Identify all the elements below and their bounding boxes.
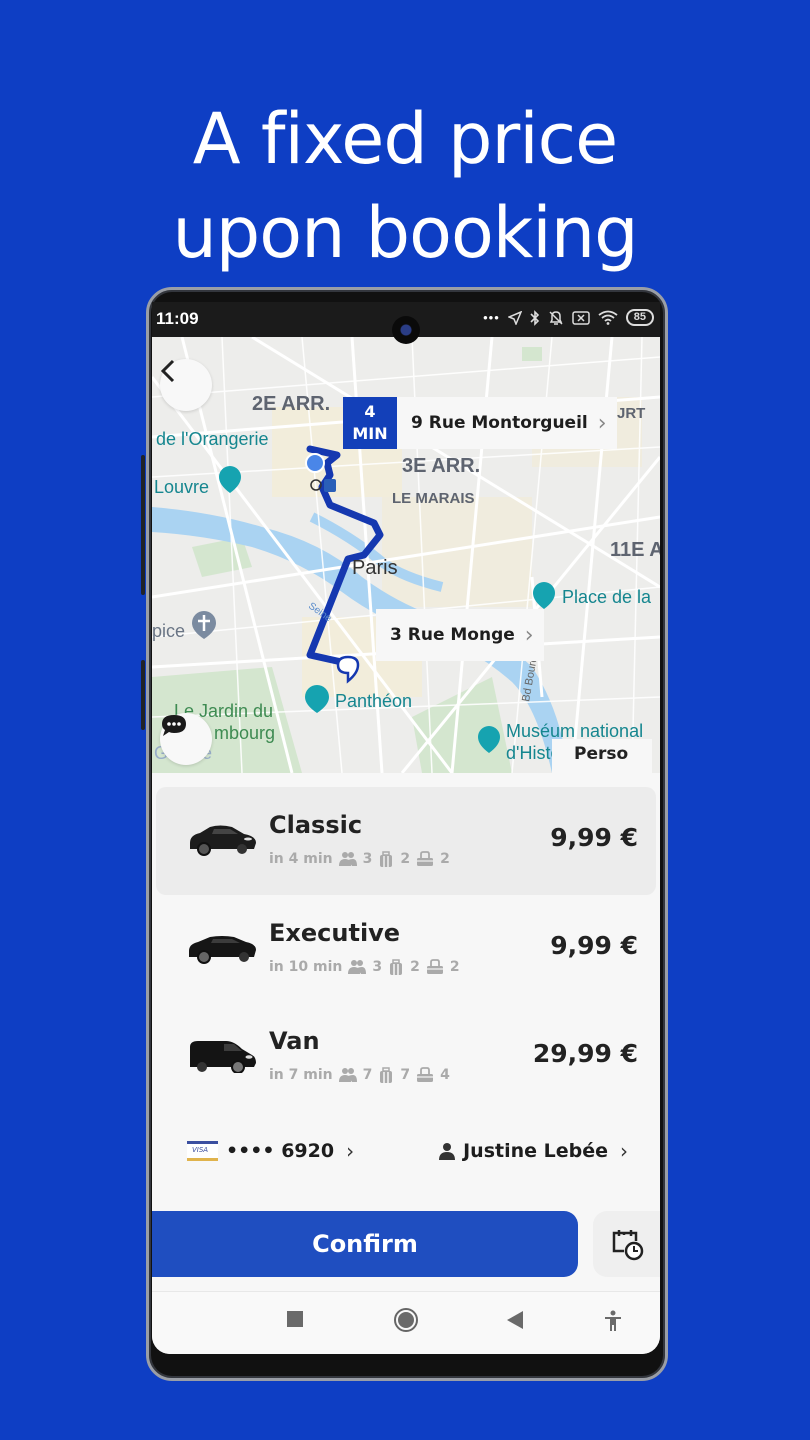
passenger-count: 3 [372,959,383,975]
map-label: Panthéon [335,691,413,711]
status-icons: ••• 85 [483,309,654,326]
map-label: Paris [352,557,398,579]
sim-x-icon [572,310,590,325]
map-label: 11E A [610,539,660,561]
luggage-icon [380,1067,393,1083]
map-label: JRT [617,405,646,422]
map-label: pice [152,621,186,641]
more-dots-icon: ••• [483,310,500,325]
dropoff-address: 3 Rue Monge [390,625,515,645]
eta-badge: 4 MIN [343,397,397,449]
battery-icon: 85 [625,309,654,326]
map-label: de l'Orangerie [156,429,269,449]
ride-option-classic[interactable]: Classic in 4 min 3 2 2 9,99 € [156,787,656,895]
map-label: LE MARAIS [392,490,475,507]
van-icon [190,1041,256,1073]
eta-unit: MIN [352,424,388,443]
ride-meta: in 7 min 7 7 4 [269,1067,450,1083]
back-triangle-icon[interactable] [506,1310,524,1330]
luggage-count: 7 [400,1067,411,1083]
phone-side-button [141,660,145,730]
ride-eta: in 7 min [269,1067,333,1083]
chevron-left-icon [160,359,175,383]
chat-button[interactable] [160,713,212,765]
passengers-icon [338,852,357,866]
passenger-name: Justine Lebée [463,1140,608,1162]
ride-option-van[interactable]: Van in 7 min 7 7 4 29,99 € [156,1003,656,1111]
confirm-button[interactable]: Confirm [152,1211,578,1277]
bag-icon [426,959,443,974]
bag-count: 2 [440,851,450,867]
home-circle-icon[interactable] [393,1307,419,1333]
location-arrow-icon [507,310,522,325]
luggage-icon [380,851,393,867]
card-number: •••• 6920 [226,1140,335,1162]
passenger-count: 3 [362,851,373,867]
ride-price: 29,99 € [532,1039,638,1068]
luggage-count: 2 [400,851,411,867]
map-label: Louvre [154,477,210,497]
passengers-icon [348,960,367,974]
map-label: 2E ARR. [252,393,331,415]
map-label: Place de la [562,587,652,607]
status-time: 11:09 [156,309,199,328]
passenger-selector[interactable]: Justine Lebée › [439,1139,628,1163]
map-label: mbourg [214,723,276,743]
visa-card-icon: VISA [187,1141,218,1161]
ride-name: Classic [269,811,363,839]
headline-line-1: A fixed price [192,98,618,180]
bag-count: 2 [449,959,460,975]
bag-icon [417,851,434,866]
app-screen: 2E ARR. 3E ARR. 11E A JRT LE MARAIS de l… [152,337,660,1354]
passengers-icon [338,1068,357,1082]
train-icon [324,479,336,492]
map-view[interactable]: 2E ARR. 3E ARR. 11E A JRT LE MARAIS de l… [152,337,660,773]
ride-eta: in 10 min [269,959,343,975]
ride-option-executive[interactable]: Executive in 10 min 3 2 2 9,99 € [156,895,656,1003]
chevron-right-icon: › [597,410,607,436]
dropoff-address-pill[interactable]: 3 Rue Monge › [376,609,544,661]
ride-name: Executive [269,919,401,947]
chevron-right-icon: › [620,1139,628,1163]
schedule-button[interactable] [593,1211,660,1277]
ride-eta: in 4 min [269,851,333,867]
bag-icon [417,1067,434,1082]
passenger-count: 7 [362,1067,373,1083]
current-location-marker [305,453,325,473]
front-camera [392,316,420,344]
accessibility-icon[interactable] [604,1310,622,1332]
ride-meta: in 10 min 3 2 2 [269,959,460,975]
headline-line-2: upon booking [172,192,638,274]
luggage-icon [390,959,403,975]
payment-method-selector[interactable]: VISA •••• 6920 › [187,1139,354,1163]
ride-options-list: Classic in 4 min 3 2 2 9,99 € Executive … [152,787,660,1111]
chevron-right-icon: › [524,622,534,648]
eta-value: 4 [364,402,376,421]
recents-square-icon[interactable] [286,1310,304,1328]
executive-car-icon [189,936,256,964]
luggage-count: 2 [410,959,420,975]
bag-count: 4 [440,1067,450,1083]
android-nav-bar [152,1291,660,1354]
map-label: 3E ARR. [402,455,481,477]
ride-name: Van [269,1027,320,1055]
chevron-right-icon: › [346,1139,355,1163]
wifi-icon [598,310,618,325]
payment-row: VISA •••• 6920 › Justine Lebée › [152,1127,660,1175]
bell-off-icon [549,310,563,325]
ride-price: 9,99 € [550,931,638,960]
ride-price: 9,99 € [550,823,638,852]
sedan-car-icon [190,825,256,856]
headline: A fixed price upon booking [0,92,810,280]
phone-side-button [141,455,145,595]
chat-bubble-icon [162,715,186,736]
pickup-address-pill[interactable]: 9 Rue Montorgueil › [397,397,617,449]
ride-meta: in 4 min 3 2 2 [269,851,450,867]
person-icon [439,1143,456,1160]
category-tab-perso[interactable]: Perso [552,739,652,773]
pickup-address: 9 Rue Montorgueil [411,413,588,433]
calendar-clock-icon [612,1230,643,1261]
bluetooth-icon [530,309,539,326]
back-button[interactable] [160,359,212,411]
